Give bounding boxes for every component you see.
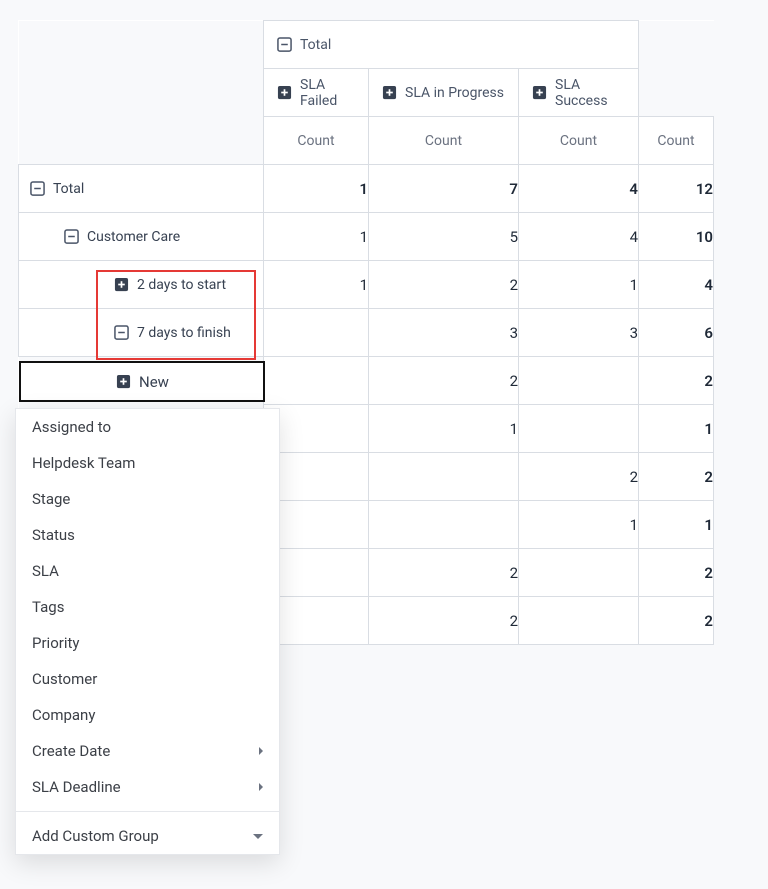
col-header-label: SLA Failed	[300, 77, 356, 109]
chevron-right-icon	[259, 783, 263, 791]
dropdown-item[interactable]: Tags	[16, 589, 279, 625]
dropdown-item[interactable]: Create Date	[16, 733, 279, 769]
dropdown-item-label: SLA Deadline	[32, 778, 121, 796]
expand-icon	[381, 85, 397, 101]
data-cell: 1	[639, 501, 714, 549]
data-cell: 4	[519, 213, 639, 261]
collapse-icon	[29, 181, 45, 197]
dropdown-item-label: Status	[32, 526, 75, 544]
data-cell: 10	[639, 213, 714, 261]
count-header: Count	[639, 117, 714, 165]
dropdown-item-label: SLA	[32, 562, 59, 580]
collapse-icon	[63, 229, 79, 245]
col-header-total-label: Total	[300, 37, 331, 53]
expand-icon	[276, 85, 292, 101]
dropdown-item[interactable]: Status	[16, 517, 279, 553]
data-cell	[369, 501, 519, 549]
add-custom-group-label: Add Custom Group	[32, 827, 159, 845]
dropdown-item-label: Customer	[32, 670, 97, 688]
dropdown-item[interactable]: SLA Deadline	[16, 769, 279, 805]
data-cell: 2	[519, 453, 639, 501]
data-cell	[519, 357, 639, 405]
data-cell: 1	[264, 213, 369, 261]
count-header: Count	[369, 117, 519, 165]
col-header-1[interactable]: SLA in Progress	[369, 69, 519, 117]
row-label-text: Total	[53, 181, 84, 197]
count-header: Count	[264, 117, 369, 165]
expand-icon	[531, 85, 547, 101]
col-header-2[interactable]: SLA Success	[519, 69, 639, 117]
data-cell: 2	[369, 357, 519, 405]
dropdown-item[interactable]: Priority	[16, 625, 279, 661]
data-cell: 3	[519, 309, 639, 357]
dropdown-item[interactable]: Helpdesk Team	[16, 445, 279, 481]
expand-icon	[113, 277, 129, 293]
data-cell: 1	[519, 501, 639, 549]
data-cell	[264, 309, 369, 357]
data-cell: 4	[639, 261, 714, 309]
dropdown-item-label: Company	[32, 706, 95, 724]
col-header-0[interactable]: SLA Failed	[264, 69, 369, 117]
dropdown-item-label: Priority	[32, 634, 79, 652]
data-cell: 6	[639, 309, 714, 357]
data-cell: 2	[369, 261, 519, 309]
add-custom-group[interactable]: Add Custom Group	[16, 818, 279, 854]
data-cell: 4	[519, 165, 639, 213]
chevron-right-icon	[259, 747, 263, 755]
dropdown-item-label: Tags	[32, 598, 64, 616]
col-header-total[interactable]: Total	[264, 21, 639, 69]
dropdown-item[interactable]: Assigned to	[16, 409, 279, 445]
data-cell: 1	[369, 405, 519, 453]
dropdown-item[interactable]: Customer	[16, 661, 279, 697]
row-header[interactable]: Total	[19, 165, 264, 213]
data-cell: 2	[639, 453, 714, 501]
data-cell	[264, 357, 369, 405]
data-cell	[519, 549, 639, 597]
new-button-label: New	[139, 373, 169, 391]
row-header[interactable]: 7 days to finish	[19, 309, 264, 357]
data-cell: 2	[639, 357, 714, 405]
col-header-label: SLA in Progress	[405, 85, 504, 101]
dropdown-item[interactable]: Company	[16, 697, 279, 733]
row-label-text: Customer Care	[87, 229, 180, 245]
dropdown-item-label: Stage	[32, 490, 70, 508]
dropdown-item[interactable]: Stage	[16, 481, 279, 517]
row-header[interactable]: Customer Care	[19, 213, 264, 261]
new-group-button[interactable]: New	[19, 361, 265, 402]
data-cell: 2	[369, 597, 519, 645]
data-cell: 1	[519, 261, 639, 309]
data-cell: 1	[264, 165, 369, 213]
data-cell: 12	[639, 165, 714, 213]
count-header: Count	[519, 117, 639, 165]
dropdown-item-label: Helpdesk Team	[32, 454, 135, 472]
col-header-label: SLA Success	[555, 77, 626, 109]
data-cell: 3	[369, 309, 519, 357]
plus-icon	[115, 374, 131, 390]
chevron-down-icon	[253, 834, 263, 839]
dropdown-item-label: Assigned to	[32, 418, 111, 436]
data-cell	[369, 453, 519, 501]
group-by-dropdown: Assigned to Helpdesk Team Stage Status SLA Ta…	[15, 408, 280, 855]
data-cell: 2	[639, 549, 714, 597]
dropdown-item-label: Create Date	[32, 742, 110, 760]
data-cell	[519, 405, 639, 453]
row-label-text: 7 days to finish	[137, 325, 231, 341]
data-cell: 7	[369, 165, 519, 213]
data-cell	[519, 597, 639, 645]
data-cell: 1	[264, 261, 369, 309]
data-cell: 2	[639, 597, 714, 645]
dropdown-divider	[16, 811, 279, 812]
data-cell: 2	[369, 549, 519, 597]
data-cell: 1	[639, 405, 714, 453]
collapse-icon	[276, 37, 292, 53]
row-label-text: 2 days to start	[137, 277, 226, 293]
row-header[interactable]: 2 days to start	[19, 261, 264, 309]
dropdown-item[interactable]: SLA	[16, 553, 279, 589]
collapse-icon	[113, 325, 129, 341]
data-cell: 5	[369, 213, 519, 261]
